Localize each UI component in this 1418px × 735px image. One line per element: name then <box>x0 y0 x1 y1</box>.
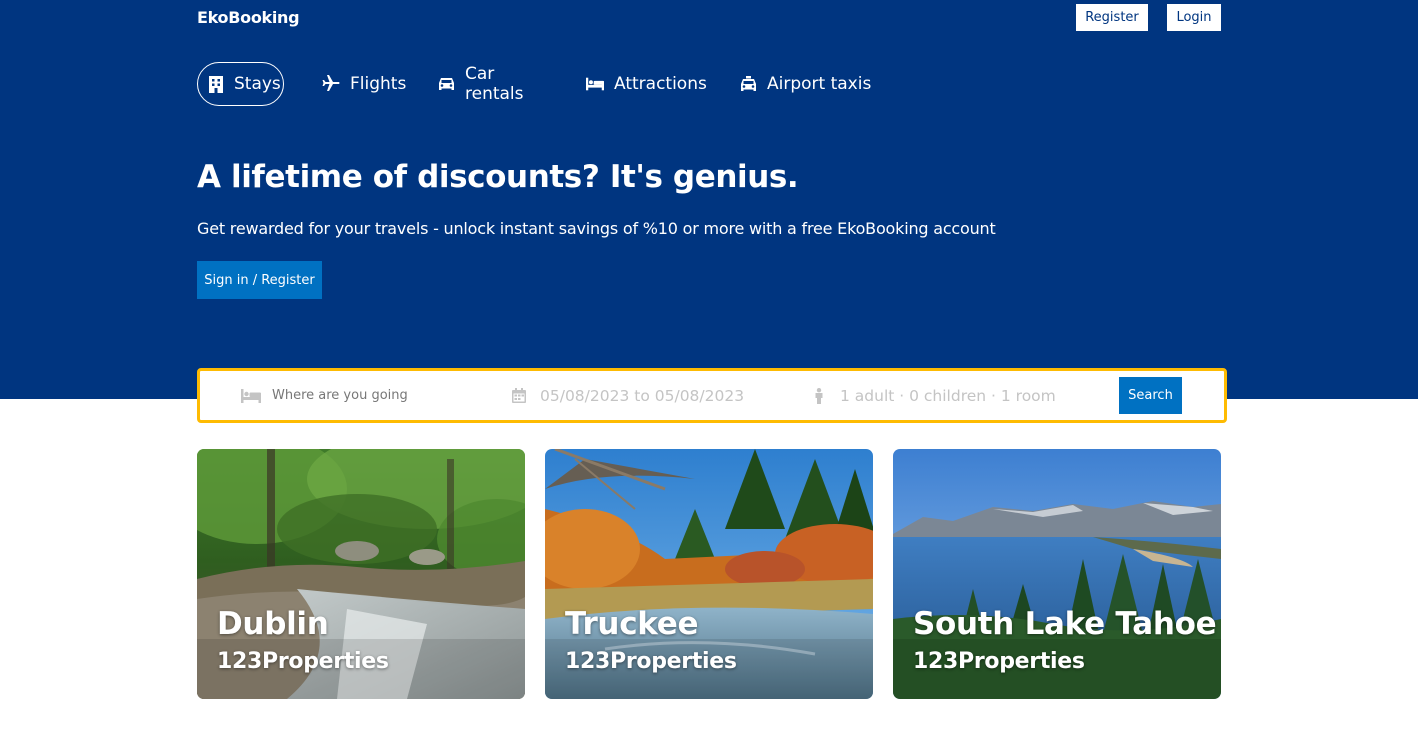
card-city-name: Dublin <box>217 606 329 642</box>
nav-label: Airport taxis <box>767 74 872 94</box>
featured-card-south-lake-tahoe[interactable]: South Lake Tahoe 123Properties <box>893 449 1221 699</box>
date-range-field[interactable]: 05/08/2023 to 05/08/2023 <box>508 371 744 420</box>
car-icon <box>438 75 455 93</box>
date-range-value: 05/08/2023 to 05/08/2023 <box>540 386 745 405</box>
destination-field[interactable] <box>240 371 470 420</box>
bed-building-icon <box>208 75 224 93</box>
card-properties-count: 123Properties <box>217 649 389 674</box>
hero-subtitle: Get rewarded for your travels - unlock i… <box>197 219 996 238</box>
brand-logo[interactable]: EkoBooking <box>197 8 300 27</box>
hero-title: A lifetime of discounts? It's genius. <box>197 159 799 195</box>
login-button[interactable]: Login <box>1167 4 1221 31</box>
nav-label: Stays <box>234 74 281 94</box>
sign-in-register-button[interactable]: Sign in / Register <box>197 261 322 299</box>
card-city-name: Truckee <box>565 606 699 642</box>
nav-label: Car rentals <box>465 64 524 104</box>
nav-item-car-rentals[interactable]: Car rentals <box>438 62 548 106</box>
nav-item-airport-taxis[interactable]: Airport taxis <box>739 62 871 106</box>
main-nav: Stays Flights Car rentals Attractions Ai… <box>197 62 871 106</box>
plane-icon <box>322 75 340 93</box>
featured-card-truckee[interactable]: Truckee 123Properties <box>545 449 873 699</box>
header-banner: EkoBooking Register Login Stays Flights … <box>0 0 1418 399</box>
search-bar: 05/08/2023 to 05/08/2023 1 adult · 0 chi… <box>197 368 1227 423</box>
taxi-icon <box>739 75 757 93</box>
nav-label: Flights <box>350 74 407 94</box>
card-city-name: South Lake Tahoe <box>913 606 1217 642</box>
nav-label: Attractions <box>614 74 707 94</box>
nav-item-flights[interactable]: Flights <box>322 62 406 106</box>
destination-input[interactable] <box>272 388 462 403</box>
person-icon <box>808 387 830 404</box>
nav-item-stays[interactable]: Stays <box>197 62 284 106</box>
search-button[interactable]: Search <box>1119 377 1182 414</box>
featured-card-dublin[interactable]: Dublin 123Properties <box>197 449 525 699</box>
card-properties-count: 123Properties <box>913 649 1085 674</box>
guests-field[interactable]: 1 adult · 0 children · 1 room <box>808 371 1056 420</box>
calendar-icon <box>508 388 530 404</box>
register-button[interactable]: Register <box>1076 4 1148 31</box>
guests-value: 1 adult · 0 children · 1 room <box>840 386 1056 405</box>
bed-icon <box>240 388 262 404</box>
bed-icon <box>586 75 604 93</box>
nav-item-attractions[interactable]: Attractions <box>586 62 707 106</box>
card-properties-count: 123Properties <box>565 649 737 674</box>
